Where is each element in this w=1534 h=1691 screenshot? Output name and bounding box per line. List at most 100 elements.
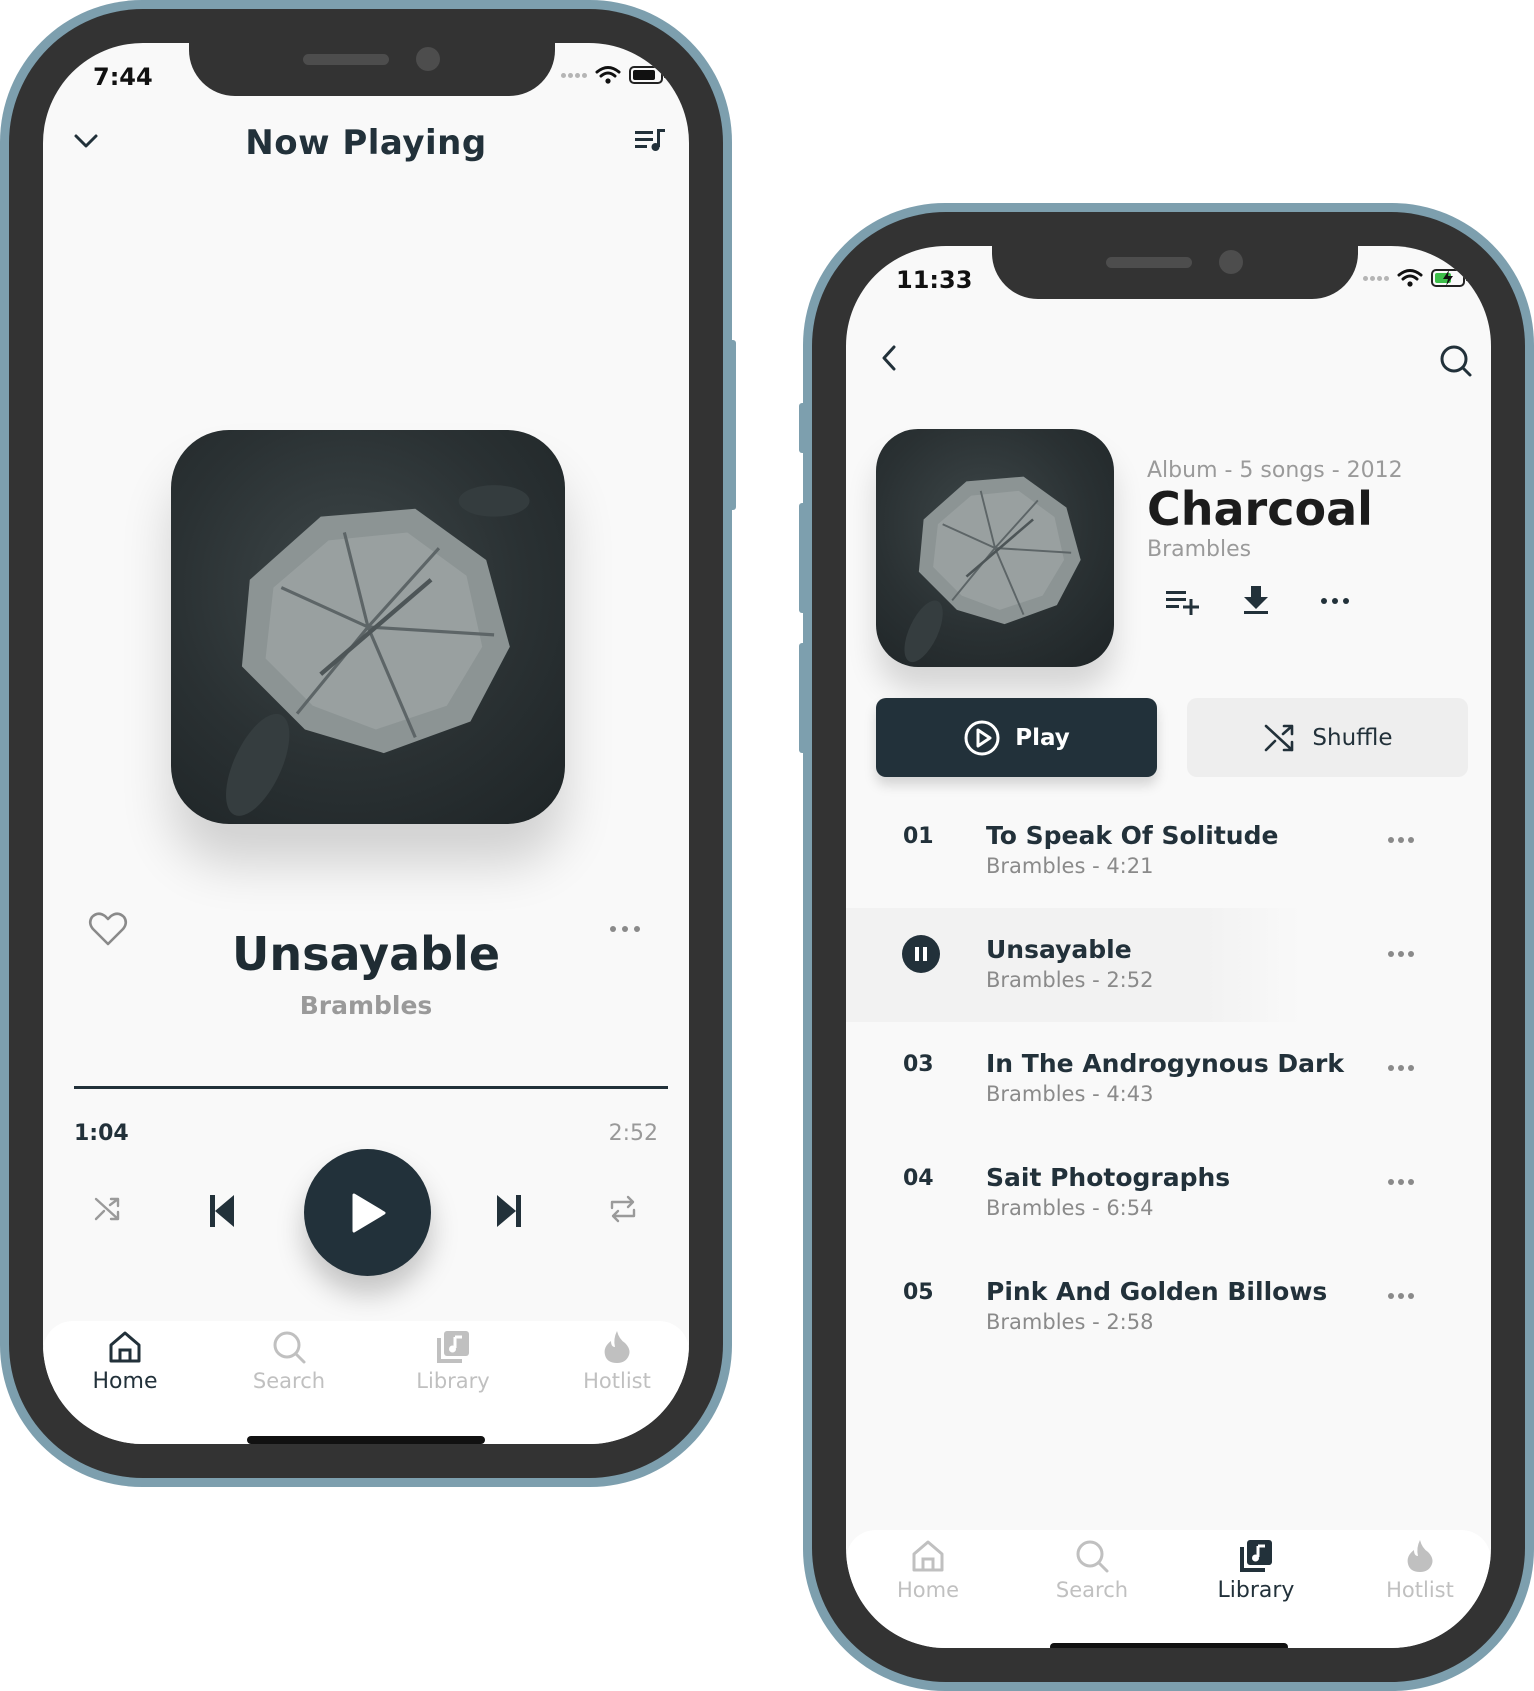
more-options-icon[interactable]	[609, 924, 641, 934]
battery-icon	[629, 66, 667, 84]
home-icon	[912, 1540, 944, 1572]
volume-up-button	[0, 300, 4, 410]
tab-label: Search	[1055, 1578, 1129, 1602]
back-chevron-icon[interactable]	[879, 344, 899, 372]
now-playing-screen: 7:44 Now Playing Unsayable Brambles 1:04…	[43, 43, 689, 1444]
tab-hotlist[interactable]: Hotlist	[535, 1329, 689, 1393]
progress-bar[interactable]	[74, 1086, 668, 1089]
page-title: Now Playing	[245, 123, 487, 163]
flame-icon	[604, 1331, 630, 1363]
phone-now-playing: 7:44 Now Playing Unsayable Brambles 1:04…	[0, 0, 736, 1487]
tab-label: Hotlist	[1386, 1578, 1454, 1602]
shuffle-button[interactable]: Shuffle	[1187, 698, 1468, 777]
wifi-icon	[1397, 269, 1423, 287]
tab-label: Search	[252, 1369, 326, 1393]
elapsed-time: 1:04	[74, 1121, 129, 1146]
track-title: In The Androgynous Dark	[986, 1049, 1344, 1078]
play-button[interactable]	[304, 1149, 431, 1276]
track-title: Unsayable	[986, 935, 1132, 964]
track-subtitle: Brambles - 2:52	[986, 968, 1154, 992]
shuffle-label: Shuffle	[1312, 724, 1393, 751]
pause-icon[interactable]	[902, 935, 940, 973]
signal-icon	[561, 72, 587, 78]
tab-library[interactable]: Library	[1174, 1538, 1338, 1603]
previous-track-icon[interactable]	[208, 1193, 236, 1229]
home-indicator	[247, 1436, 485, 1444]
tab-label: Hotlist	[583, 1369, 651, 1393]
song-title: Unsayable	[231, 927, 501, 981]
album-meta: Album - 5 songs - 2012	[1147, 458, 1403, 483]
shuffle-icon	[1265, 724, 1294, 751]
song-artist: Brambles	[299, 991, 433, 1020]
status-indicators	[1363, 268, 1469, 288]
play-label: Play	[1015, 724, 1070, 751]
more-options-icon[interactable]	[1320, 596, 1350, 606]
track-number: 03	[903, 1052, 934, 1077]
status-time: 7:44	[93, 63, 153, 91]
track-row[interactable]: 01 To Speak Of Solitude Brambles - 4:21	[846, 794, 1491, 908]
tree-stump-image	[226, 485, 530, 816]
more-options-icon[interactable]	[1387, 950, 1415, 958]
repeat-icon[interactable]	[607, 1194, 639, 1224]
track-subtitle: Brambles - 2:58	[986, 1310, 1154, 1334]
track-title: To Speak Of Solitude	[986, 821, 1279, 850]
tab-home[interactable]: Home	[43, 1329, 207, 1394]
track-row[interactable]: 04 Sait Photographs Brambles - 6:54	[846, 1136, 1491, 1250]
tab-hotlist[interactable]: Hotlist	[1338, 1538, 1491, 1602]
total-time: 2:52	[608, 1121, 658, 1146]
notch	[189, 43, 555, 96]
track-row[interactable]: 05 Pink And Golden Billows Brambles - 2:…	[846, 1250, 1491, 1364]
tab-library[interactable]: Library	[371, 1329, 535, 1393]
track-title: Pink And Golden Billows	[986, 1277, 1328, 1306]
library-icon	[1240, 1540, 1272, 1572]
tab-search[interactable]: Search	[207, 1329, 371, 1393]
notch	[992, 246, 1358, 299]
tab-home[interactable]: Home	[846, 1538, 1010, 1602]
track-number: 04	[903, 1166, 934, 1191]
home-indicator	[1049, 1643, 1288, 1648]
shuffle-icon[interactable]	[93, 1194, 123, 1224]
track-row-playing[interactable]: Unsayable Brambles - 2:52	[846, 908, 1491, 1022]
tab-search[interactable]: Search	[1010, 1538, 1174, 1602]
play-button[interactable]: Play	[876, 698, 1157, 777]
track-subtitle: Brambles - 4:43	[986, 1082, 1154, 1106]
mute-switch	[0, 200, 4, 250]
status-indicators	[561, 65, 667, 85]
more-options-icon[interactable]	[1387, 1178, 1415, 1186]
tab-label: Library	[1217, 1578, 1295, 1603]
track-row[interactable]: 03 In The Androgynous Dark Brambles - 4:…	[846, 1022, 1491, 1136]
search-icon[interactable]	[1439, 344, 1473, 378]
play-icon	[352, 1193, 385, 1232]
album-artist: Brambles	[1147, 537, 1252, 562]
power-button	[728, 340, 736, 510]
download-icon[interactable]	[1241, 584, 1271, 616]
queue-icon[interactable]	[633, 125, 667, 155]
tree-stump-image	[904, 476, 1081, 663]
track-subtitle: Brambles - 4:21	[986, 854, 1154, 878]
library-icon	[437, 1331, 469, 1363]
power-button	[1530, 543, 1534, 713]
now-playing-header: Now Playing	[43, 113, 689, 173]
more-options-icon[interactable]	[1387, 1292, 1415, 1300]
volume-down-button	[0, 430, 4, 540]
album-screen: 11:33 Album - 5 songs - 2012 Charcoal Br…	[846, 246, 1491, 1648]
battery-charging-icon	[1431, 269, 1469, 287]
track-number: 01	[903, 824, 934, 849]
next-track-icon[interactable]	[495, 1193, 523, 1229]
album-art	[876, 429, 1114, 667]
mute-switch	[799, 403, 807, 453]
more-options-icon[interactable]	[1387, 1064, 1415, 1072]
add-to-queue-icon[interactable]	[1164, 586, 1200, 616]
tab-label: Library	[416, 1369, 490, 1393]
track-number: 05	[903, 1280, 934, 1305]
more-options-icon[interactable]	[1387, 836, 1415, 844]
wifi-icon	[595, 66, 621, 84]
album-art-large	[171, 430, 565, 824]
signal-icon	[1363, 275, 1389, 281]
flame-icon	[1407, 1540, 1433, 1572]
track-subtitle: Brambles - 6:54	[986, 1196, 1154, 1220]
tab-label: Home	[92, 1369, 158, 1394]
phone-album: 11:33 Album - 5 songs - 2012 Charcoal Br…	[799, 203, 1534, 1691]
album-title: Charcoal	[1147, 482, 1373, 536]
search-icon	[1076, 1540, 1109, 1573]
